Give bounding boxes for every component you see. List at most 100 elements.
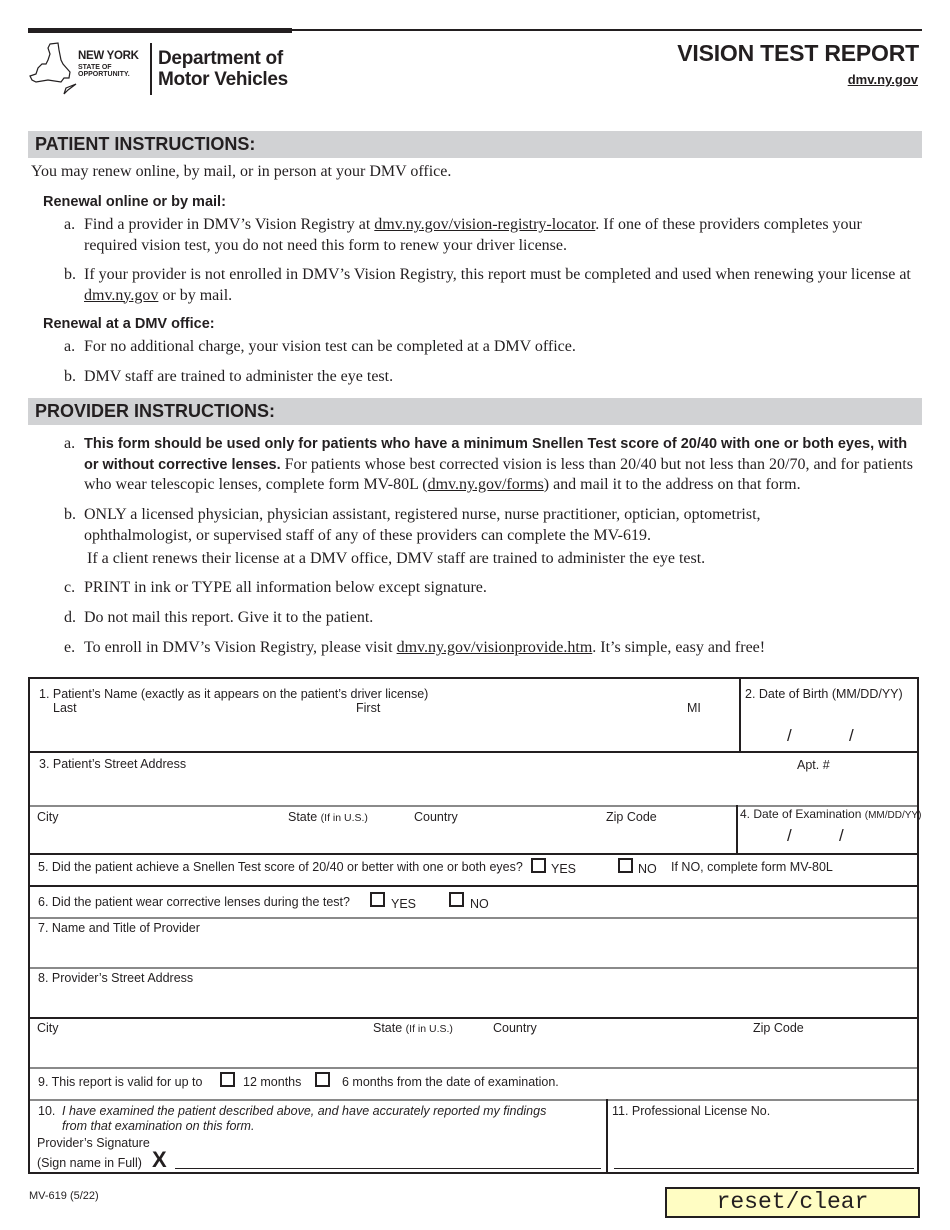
lenses-no-label: NO [470,897,489,911]
provider-item-b: b. ONLY a licensed physician, physician … [64,505,824,546]
office-item-a: a. For no additional charge, your vision… [64,337,914,358]
item-text: Find a provider in DMV’s Vision Registry… [84,216,375,233]
patient-street-input[interactable] [39,775,729,801]
state-note: (If in U.S.) [320,812,368,824]
patient-country-input[interactable] [414,827,594,849]
license-number-label: 11. Professional License No. [612,1104,771,1118]
vision-provide-link[interactable]: dmv.ny.gov/visionprovide.htm [397,639,593,656]
provider-signature-input[interactable] [175,1147,600,1167]
patient-apt-input[interactable] [745,775,910,801]
provider-item-c: c. PRINT in ink or TYPE all information … [64,578,914,599]
lenses-yes-label: YES [391,897,417,911]
item-text: ) and mail it to the address on that for… [543,476,801,493]
patient-city-label: City [37,810,59,824]
dob-month-input[interactable] [746,725,786,747]
patient-state-input[interactable] [288,827,408,849]
provider-street-input[interactable] [38,989,908,1013]
state-label-text: State [373,1021,403,1035]
provider-item-b-note: If a client renews their license at a DM… [87,550,706,567]
logo-divider [150,43,152,95]
dmv-forms-link[interactable]: dmv.ny.gov/forms [428,476,544,493]
vision-registry-locator-link[interactable]: dmv.ny.gov/vision-registry-locator [374,216,595,233]
divider [736,805,738,853]
patient-zip-input[interactable] [606,827,726,849]
item-label: a. [64,338,76,355]
row-divider [30,1067,917,1069]
provider-city-label: City [37,1021,59,1035]
provider-name-label: 7. Name and Title of Provider [38,921,200,935]
exam-date-separator: / [839,826,844,845]
item-text: Do not mail this report. Give it to the … [84,609,374,626]
exam-year-input[interactable] [850,827,910,849]
lenses-no-checkbox[interactable] [449,892,464,907]
dob-day-input[interactable] [798,725,848,747]
dob-separator: / [787,726,792,745]
online-item-a: a. Find a provider in DMV’s Vision Regis… [64,215,914,256]
dept-line-2: Motor Vehicles [158,69,288,90]
patient-city-input[interactable] [37,827,277,849]
item-label: b. [64,266,76,283]
patient-last-name-input[interactable] [50,719,340,745]
row-divider [30,1099,917,1101]
exam-day-input[interactable] [798,827,838,849]
item-label: a. [64,435,76,452]
row-divider [30,853,917,855]
dmv-link[interactable]: dmv.ny.gov [84,287,158,304]
item-text: or by mail. [158,286,233,304]
valid-12-months-checkbox[interactable] [220,1072,235,1087]
page-title: VISION TEST REPORT [677,40,919,66]
signature-line [175,1168,601,1169]
dob-year-input[interactable] [860,725,910,747]
lenses-yes-checkbox[interactable] [370,892,385,907]
snellen-no-label: NO [638,862,657,876]
vision-report-form: 1. Patient’s Name (exactly as it appears… [28,677,921,1174]
apt-label: Apt. # [797,758,830,772]
provider-instructions-heading: PROVIDER INSTRUCTIONS: [28,398,922,425]
wordmark-line-2: STATE OF [78,63,112,71]
provider-zip-label: Zip Code [753,1021,804,1035]
nys-dmv-logo: NEW YORK STATE OF OPPORTUNITY. Departmen… [28,40,298,98]
patient-mi-input[interactable] [680,719,730,745]
provider-state-input[interactable] [373,1039,483,1063]
snellen-question: 5. Did the patient achieve a Snellen Tes… [38,860,523,874]
license-number-input[interactable] [615,1145,910,1167]
state-note: (If in U.S.) [405,1023,453,1035]
patient-instructions-heading: PATIENT INSTRUCTIONS: [28,131,922,158]
reset-clear-button[interactable]: reset/clear [665,1187,920,1218]
dmv-website-link[interactable]: dmv.ny.gov [848,72,918,87]
item-text: ONLY a licensed physician, physician ass… [84,506,761,544]
provider-zip-input[interactable] [753,1039,908,1063]
form-code: MV-619 (5/22) [29,1190,99,1202]
row-divider [30,917,917,919]
item-text: To enroll in DMV’s Vision Registry, plea… [84,639,397,656]
dob-separator: / [849,726,854,745]
exam-date-separator: / [787,826,792,845]
dept-line-1: Department of [158,48,283,69]
row-divider [30,885,917,887]
exam-date-label: 4. Date of Examination (MM/DD/YY) [740,807,921,821]
validity-label: 9. This report is valid for up to [38,1075,203,1089]
patient-street-label: 3. Patient’s Street Address [39,757,187,771]
snellen-no-note: If NO, complete form MV-80L [671,860,833,874]
provider-state-label: State (If in U.S.) [373,1021,453,1035]
patient-state-label: State (If in U.S.) [288,810,368,824]
item-label: d. [64,609,76,626]
provider-signature-label: Provider’s Signature [37,1136,150,1150]
provider-city-input[interactable] [37,1039,357,1063]
dmv-wordmark: Department of Motor Vehicles [158,48,288,90]
provider-country-input[interactable] [493,1039,743,1063]
valid-6-months-checkbox[interactable] [315,1072,330,1087]
patient-first-name-input[interactable] [352,719,672,745]
row-divider [30,1017,917,1019]
row-divider [30,967,917,969]
item-text: . It’s simple, easy and free! [592,639,766,656]
patient-zip-label: Zip Code [606,810,657,824]
online-mail-subheading: Renewal online or by mail: [43,194,226,210]
snellen-no-checkbox[interactable] [618,858,633,873]
header-rule-thick [28,28,292,33]
provider-name-input[interactable] [38,939,908,963]
patient-intro-text: You may renew online, by mail, or in per… [31,163,452,180]
exam-month-input[interactable] [744,827,786,849]
signature-x-mark: X [152,1147,167,1172]
snellen-yes-checkbox[interactable] [531,858,546,873]
